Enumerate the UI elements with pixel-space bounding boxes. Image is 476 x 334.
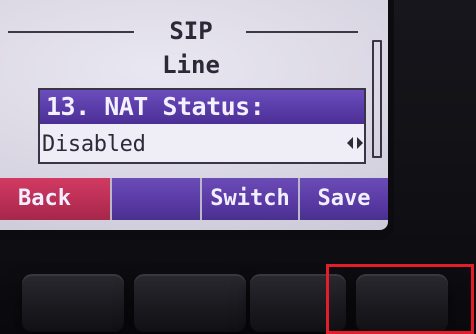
- screen-title: SIP Line: [162, 17, 220, 79]
- lcd-screen: SIP Line 13. NAT Status: Disabled Back S…: [0, 0, 388, 230]
- title-rule-left: [8, 31, 134, 33]
- physical-softkey-4[interactable]: [356, 274, 448, 332]
- physical-softkey-2[interactable]: [134, 274, 246, 332]
- softkey-switch[interactable]: Switch: [202, 178, 300, 220]
- display-bezel: SIP Line 13. NAT Status: Disabled Back S…: [0, 0, 394, 240]
- setting-item-header: 13. NAT Status:: [40, 90, 364, 124]
- softkey-bar: Back Switch Save: [0, 178, 388, 220]
- softkey-blank[interactable]: [112, 178, 202, 220]
- title-rule-right: [246, 31, 358, 33]
- softkey-back[interactable]: Back: [0, 178, 112, 220]
- physical-softkey-1[interactable]: [22, 274, 124, 332]
- phone-device: SIP Line 13. NAT Status: Disabled Back S…: [0, 0, 476, 334]
- setting-item[interactable]: 13. NAT Status: Disabled: [38, 88, 366, 164]
- setting-item-label: 13. NAT Status:: [46, 92, 265, 121]
- left-right-arrows-icon[interactable]: [346, 134, 364, 152]
- setting-item-value[interactable]: Disabled: [42, 130, 146, 160]
- physical-softkey-3[interactable]: [250, 274, 346, 332]
- softkey-save[interactable]: Save: [300, 178, 388, 220]
- scrollbar[interactable]: [372, 40, 382, 158]
